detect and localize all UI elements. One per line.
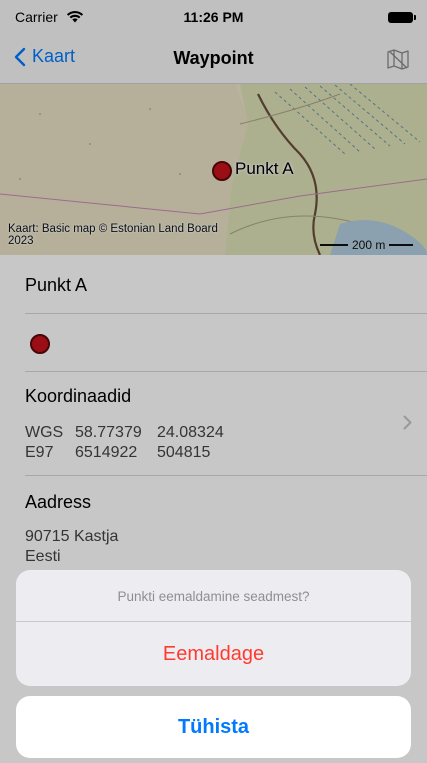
remove-button[interactable]: Eemaldage — [16, 622, 411, 686]
action-sheet-title: Punkti eemaldamine seadmest? — [117, 589, 310, 604]
action-sheet: Punkti eemaldamine seadmest? Eemaldage — [16, 570, 411, 686]
cancel-button[interactable]: Tühista — [16, 696, 411, 758]
